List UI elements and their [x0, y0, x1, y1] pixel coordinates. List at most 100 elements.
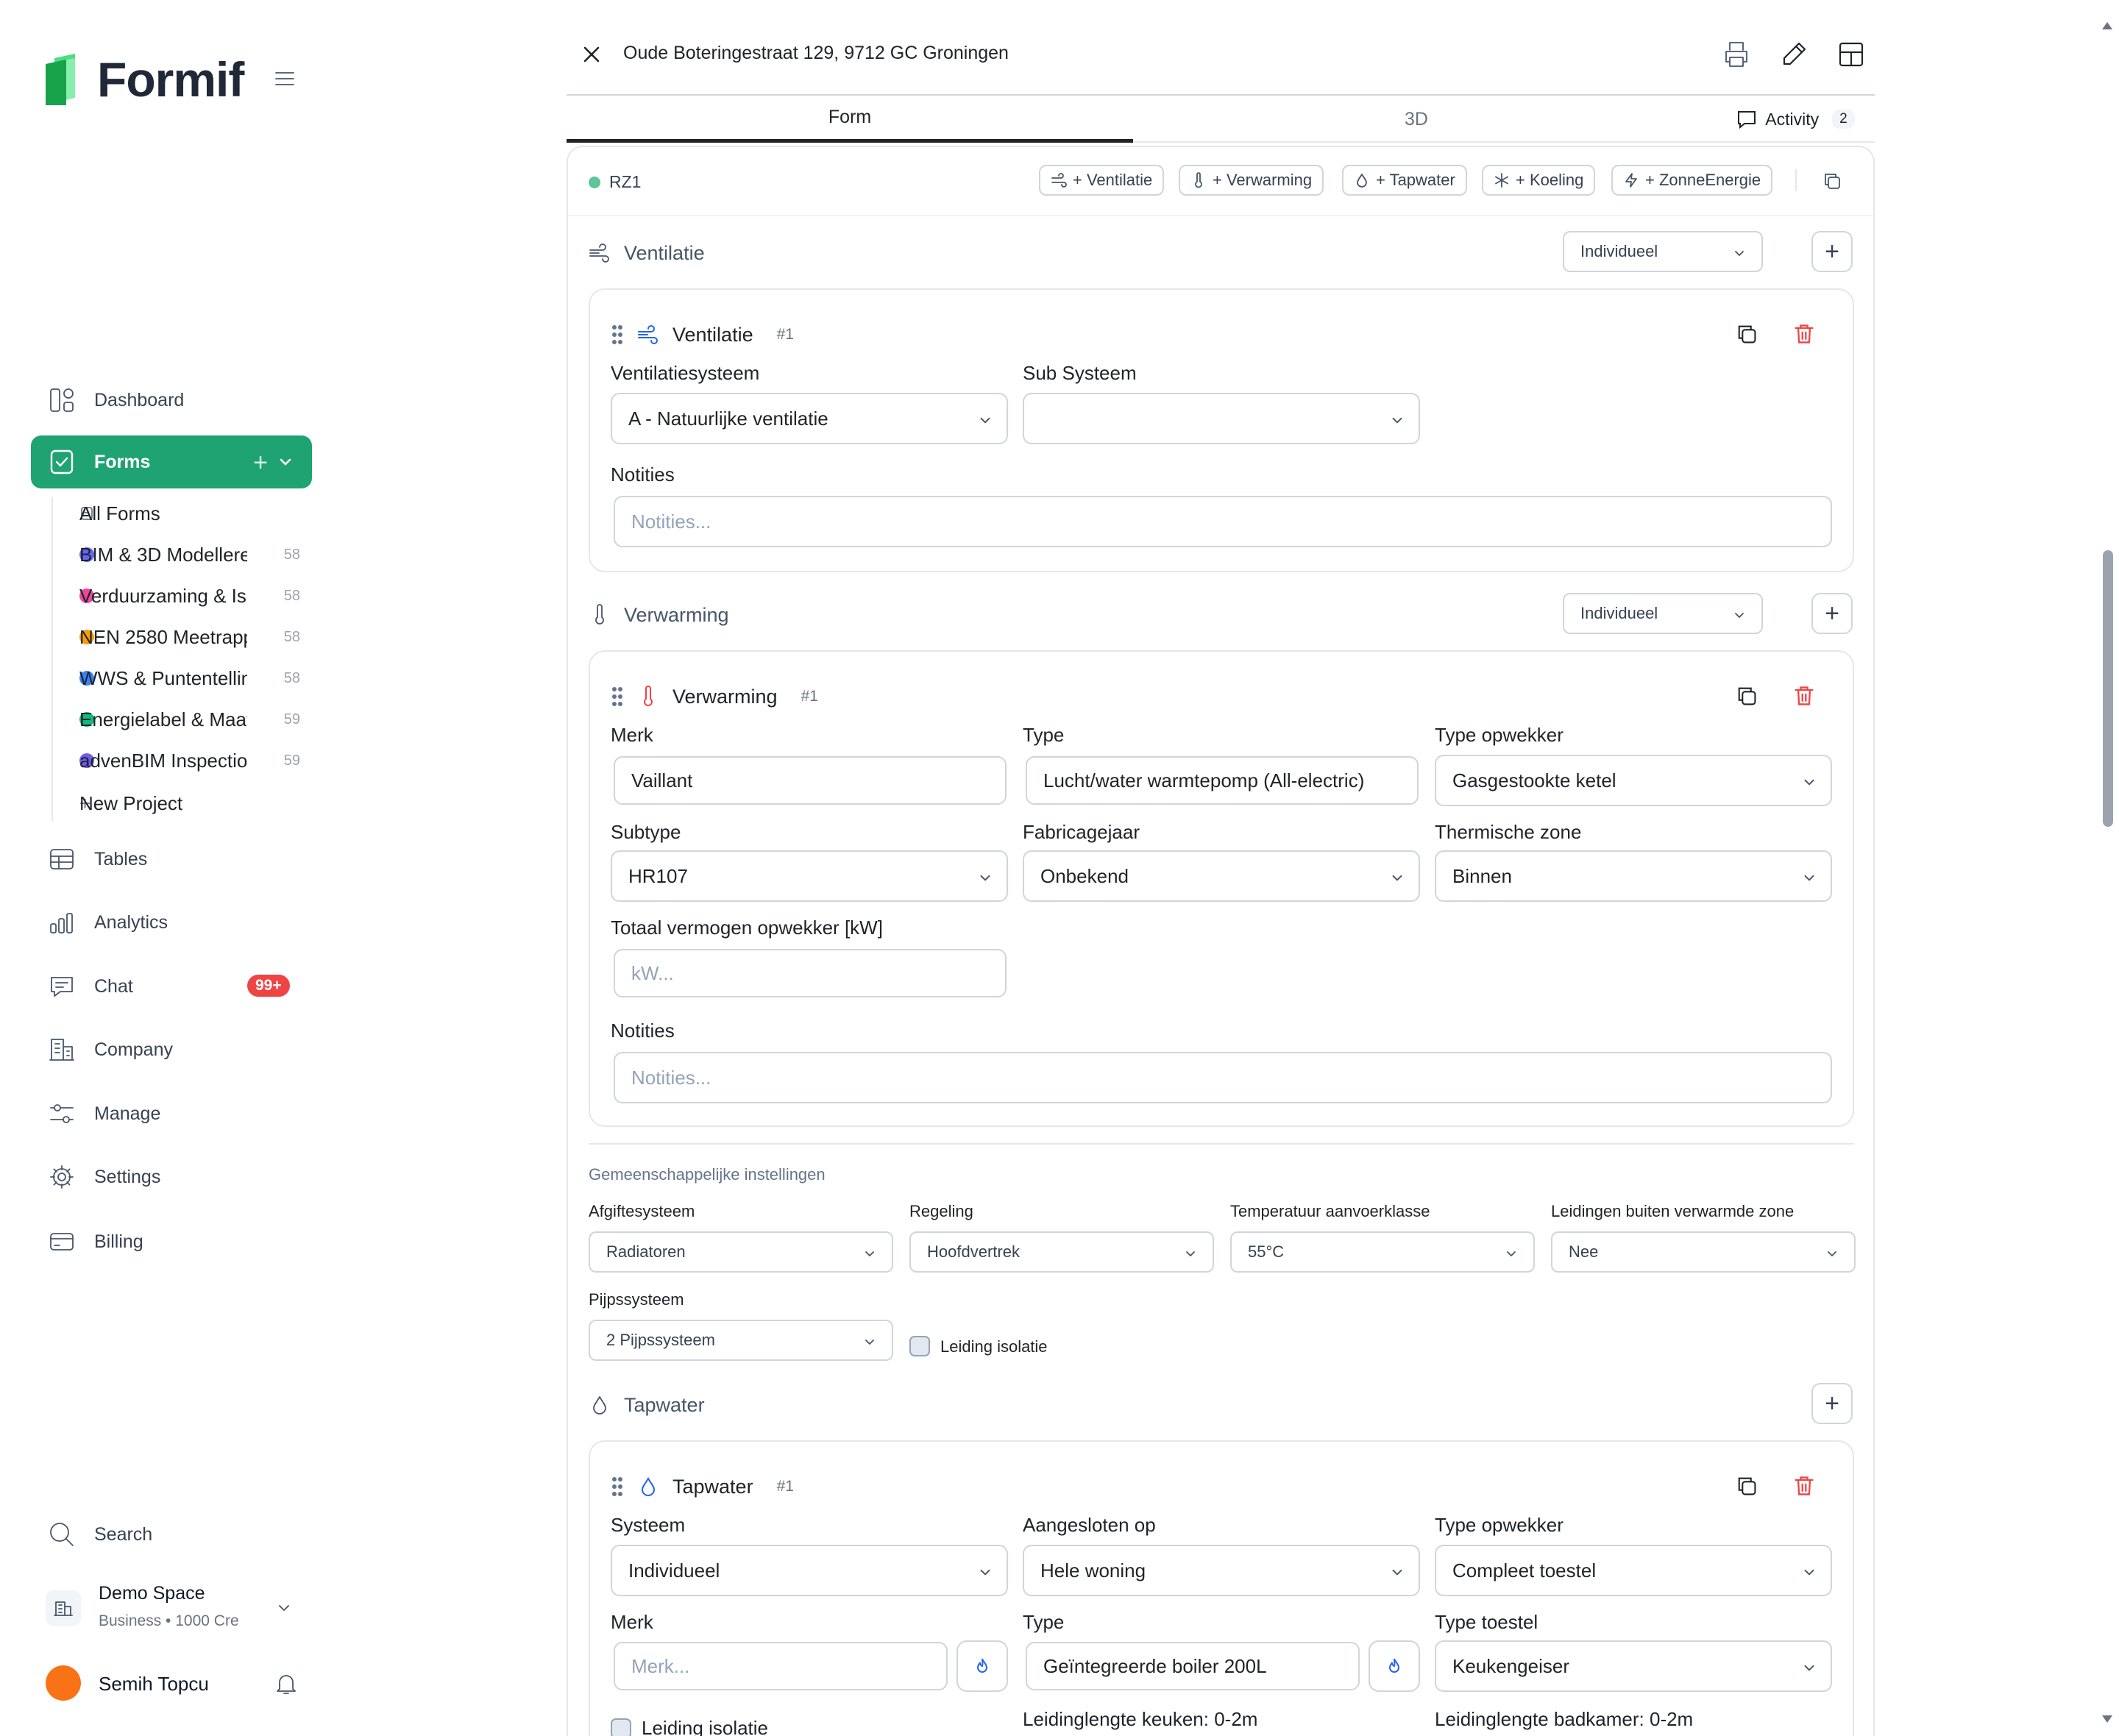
divider [1795, 169, 1797, 191]
thermische-zone-select[interactable]: Binnen [1435, 850, 1832, 902]
subnav-project[interactable]: Verduurzaming & Iso...58 [79, 581, 300, 611]
credit-card-icon [47, 1227, 77, 1256]
nav-settings[interactable]: Settings [31, 1150, 160, 1203]
add-koeling-chip[interactable]: + Koeling [1482, 165, 1596, 196]
add-tapwater-button[interactable]: + [1811, 1383, 1853, 1424]
add-zonne-energie-chip[interactable]: + ZonneEnergie [1611, 165, 1773, 196]
flame-button[interactable] [1369, 1640, 1420, 1692]
ventilatie-notities-input[interactable]: Notities... [614, 496, 1832, 547]
flame-button[interactable] [956, 1640, 1008, 1692]
regeling-select[interactable]: Hoofdvertrek [909, 1231, 1214, 1273]
tab-form[interactable]: Form [567, 96, 1133, 143]
chevron-down-icon [1392, 875, 1402, 881]
leiding-isolatie-checkbox[interactable] [909, 1336, 930, 1356]
field-label: Leidingen buiten verwarmde zone [1551, 1202, 1795, 1220]
field-label: Pijpssysteem [589, 1290, 684, 1309]
nav-manage[interactable]: Manage [31, 1087, 160, 1140]
trash-icon[interactable] [1792, 322, 1816, 346]
chevron-down-icon [1828, 1251, 1836, 1256]
fabricagejaar-select[interactable]: Onbekend [1023, 850, 1420, 902]
type-toestel-select[interactable]: Keukengeiser [1435, 1640, 1832, 1692]
subtype-select[interactable]: HR107 [611, 850, 1008, 902]
subnav-project[interactable]: WWS & Puntentelling 58 [79, 664, 300, 693]
systeem-select[interactable]: Individueel [611, 1545, 1008, 1596]
copy-icon[interactable] [1822, 171, 1842, 191]
tab-activity[interactable]: Activity 2 [1722, 96, 1869, 143]
type-opwekker-select[interactable]: Gasgestookte ketel [1435, 755, 1832, 806]
drag-handle-icon[interactable] [611, 324, 624, 346]
subnav-project[interactable]: NEN 2580 Meetrapp...58 [79, 622, 300, 652]
add-ventilatie-chip[interactable]: + Ventilatie [1039, 165, 1165, 196]
add-tapwater-chip[interactable]: + Tapwater [1342, 165, 1467, 196]
tab-3d[interactable]: 3D [1133, 96, 1700, 143]
subnav-project[interactable]: advenBIM Inspection 59 [79, 746, 300, 775]
chevron-down-icon [1735, 251, 1744, 256]
subnav-divider [52, 497, 53, 821]
subnav-all-forms[interactable]: All Forms [79, 499, 300, 528]
copy-icon[interactable] [1735, 684, 1758, 708]
scrollbar-track[interactable] [2095, 0, 2119, 1736]
shared-settings-title: Gemeenschappelijke instellingen [589, 1165, 826, 1184]
add-verwarming-chip[interactable]: + Verwarming [1179, 165, 1324, 196]
add-form-icon[interactable]: + [253, 449, 268, 477]
scroll-up-icon[interactable] [2101, 21, 2113, 31]
leidingen-select[interactable]: Nee [1551, 1231, 1856, 1273]
nav-tables[interactable]: Tables [31, 833, 147, 886]
nav-company[interactable]: Company [31, 1023, 173, 1076]
nav-forms[interactable]: Forms + [31, 435, 312, 488]
hamburger-menu-icon[interactable] [274, 68, 296, 90]
vermogen-input[interactable]: kW... [614, 949, 1007, 997]
app-logo[interactable]: Formif [46, 51, 244, 107]
ventilatie-item-header: Ventilatie #1 [611, 316, 794, 353]
type-input[interactable]: Lucht/water warmtepomp (All-electric) [1026, 756, 1419, 805]
nav-billing[interactable]: Billing [31, 1215, 143, 1268]
afgiftesysteem-select[interactable]: Radiatoren [589, 1231, 893, 1273]
ventilatiesysteem-select[interactable]: A - Natuurlijke ventilatie [611, 393, 1008, 444]
chevron-down-icon[interactable] [275, 1599, 293, 1617]
add-ventilatie-button[interactable]: + [1811, 231, 1853, 272]
nav-label: Settings [94, 1166, 161, 1187]
type-opwekker-select[interactable]: Compleet toestel [1435, 1545, 1832, 1596]
drag-handle-icon[interactable] [611, 686, 624, 708]
verwarming-mode-select[interactable]: Individueel [1563, 593, 1763, 634]
field-label: Type [1023, 724, 1065, 746]
type-input[interactable]: Geïntegreerde boiler 200L [1026, 1642, 1360, 1690]
printer-icon[interactable] [1722, 40, 1751, 69]
merk-input[interactable]: Vaillant [614, 756, 1007, 805]
nav-search[interactable]: Search [31, 1508, 152, 1561]
scrollbar-thumb[interactable] [2103, 550, 2113, 827]
chevron-down-icon [1804, 875, 1814, 881]
add-verwarming-button[interactable]: + [1811, 593, 1853, 634]
section-divider [589, 1143, 1854, 1145]
aangesloten-op-select[interactable]: Hele woning [1023, 1545, 1420, 1596]
layout-icon[interactable] [1836, 40, 1866, 69]
nav-analytics[interactable]: Analytics [31, 896, 168, 949]
leiding-isolatie-checkbox[interactable] [611, 1718, 631, 1736]
subnav-new-project[interactable]: + New Project [79, 789, 300, 818]
drag-handle-icon[interactable] [611, 1476, 624, 1498]
forms-icon [47, 447, 77, 477]
temperatuur-select[interactable]: 55°C [1230, 1231, 1535, 1273]
chevron-down-icon [1804, 779, 1814, 786]
close-icon[interactable] [581, 44, 602, 65]
ventilatie-mode-select[interactable]: Individueel [1563, 231, 1763, 272]
droplet-icon [641, 1476, 656, 1496]
sub-systeem-select[interactable] [1023, 393, 1420, 444]
bell-icon[interactable] [274, 1671, 299, 1696]
pijpssysteem-select[interactable]: 2 Pijpssysteem [589, 1320, 893, 1361]
verwarming-notities-input[interactable]: Notities... [614, 1052, 1832, 1103]
activity-count: 2 [1832, 110, 1855, 129]
scroll-down-icon[interactable] [2101, 1714, 2113, 1724]
copy-icon[interactable] [1735, 1474, 1758, 1498]
nav-chat[interactable]: Chat 99+ [31, 960, 312, 1013]
subnav-project[interactable]: BIM & 3D Modelleren 58 [79, 540, 300, 569]
nav-dashboard[interactable]: Dashboard [31, 374, 184, 427]
subnav-project[interactable]: Energielabel & Maat...59 [79, 705, 300, 734]
copy-icon[interactable] [1735, 322, 1758, 346]
avatar[interactable] [46, 1665, 81, 1701]
pencil-icon[interactable] [1779, 40, 1809, 69]
chevron-down-icon[interactable] [277, 453, 294, 471]
trash-icon[interactable] [1792, 1474, 1816, 1498]
trash-icon[interactable] [1792, 684, 1816, 708]
merk-input[interactable]: Merk... [614, 1642, 948, 1690]
